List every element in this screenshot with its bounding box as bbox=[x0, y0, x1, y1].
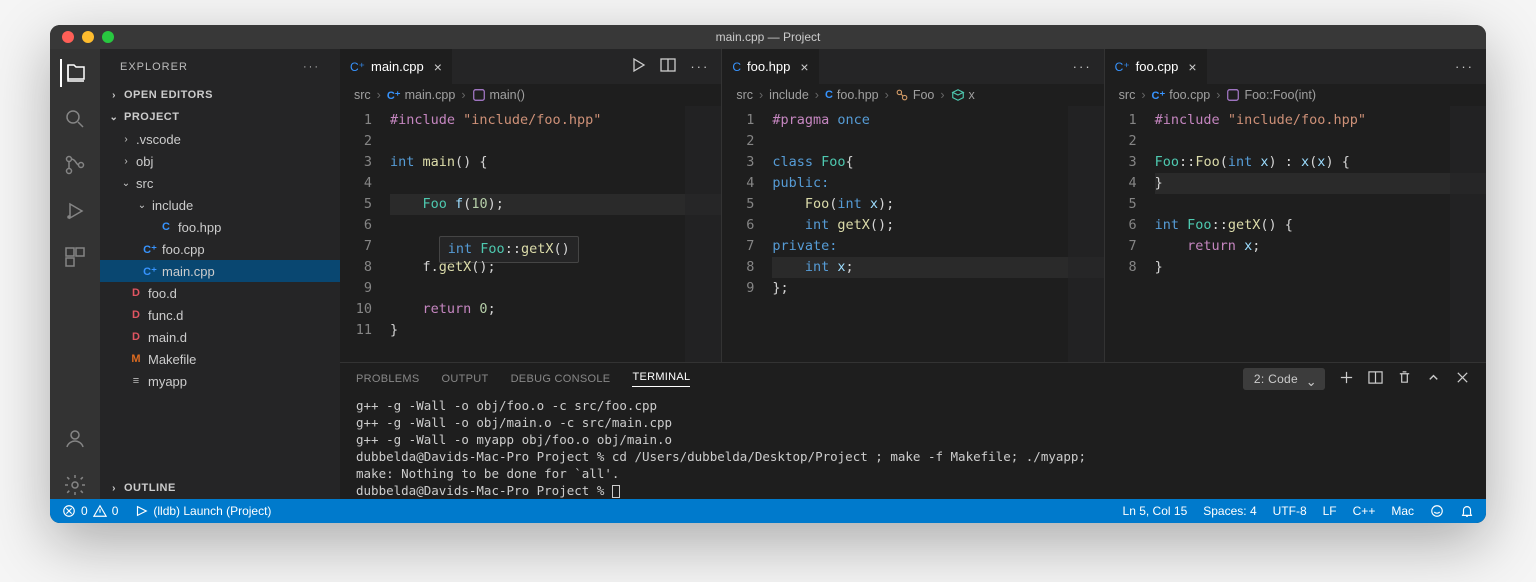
terminal[interactable]: g++ -g -Wall -o obj/foo.o -c src/foo.cpp… bbox=[340, 395, 1486, 499]
breadcrumbs[interactable]: src› C⁺main.cpp› main() bbox=[340, 84, 721, 106]
editor-group-2: C foo.hpp × ··· src› include› Cfoo.hpp› … bbox=[722, 49, 1104, 362]
tab-foo-cpp[interactable]: C⁺ foo.cpp × bbox=[1105, 49, 1207, 84]
status-errors[interactable]: 0 0 bbox=[62, 504, 118, 518]
close-tab-icon[interactable]: × bbox=[800, 59, 808, 75]
open-editors-section[interactable]: ›OPEN EDITORS bbox=[100, 84, 340, 106]
terminal-cursor bbox=[612, 485, 620, 498]
bottom-panel: PROBLEMS OUTPUT DEBUG CONSOLE TERMINAL 2… bbox=[340, 363, 1486, 499]
tab-label: foo.hpp bbox=[747, 59, 790, 74]
project-label: PROJECT bbox=[124, 111, 179, 123]
run-debug-icon[interactable] bbox=[61, 197, 89, 225]
close-window-button[interactable] bbox=[62, 31, 74, 43]
explorer-title: EXPLORER bbox=[120, 61, 188, 73]
accounts-icon[interactable] bbox=[61, 425, 89, 453]
tree-file-func-d[interactable]: Dfunc.d bbox=[100, 304, 340, 326]
status-encoding[interactable]: UTF-8 bbox=[1273, 504, 1307, 518]
tree-folder-include[interactable]: ⌄include bbox=[100, 194, 340, 216]
explorer-icon[interactable] bbox=[60, 59, 88, 87]
outline-label: OUTLINE bbox=[124, 482, 176, 494]
status-indentation[interactable]: Spaces: 4 bbox=[1203, 504, 1256, 518]
maximize-window-button[interactable] bbox=[102, 31, 114, 43]
close-tab-icon[interactable]: × bbox=[1188, 59, 1196, 75]
status-language[interactable]: C++ bbox=[1353, 504, 1376, 518]
extensions-icon[interactable] bbox=[61, 243, 89, 271]
tree-file-foo-d[interactable]: Dfoo.d bbox=[100, 282, 340, 304]
status-launch-config[interactable]: (lldb) Launch (Project) bbox=[134, 504, 271, 518]
status-os[interactable]: Mac bbox=[1391, 504, 1414, 518]
editor-group-3: C⁺ foo.cpp × ··· src› C⁺foo.cpp› Foo::Fo… bbox=[1105, 49, 1486, 362]
tab-label: main.cpp bbox=[371, 59, 424, 74]
class-icon bbox=[895, 88, 909, 102]
code-editor[interactable]: 123456789 #pragma once class Foo{ public… bbox=[722, 106, 1103, 362]
explorer-sidebar: EXPLORER ··· ›OPEN EDITORS ⌄PROJECT ›.vs… bbox=[100, 49, 340, 499]
tab-label: foo.cpp bbox=[1136, 59, 1179, 74]
tree-file-myapp[interactable]: ≡myapp bbox=[100, 370, 340, 392]
cpp-file-icon: C⁺ bbox=[350, 60, 365, 74]
method-icon bbox=[1226, 88, 1240, 102]
method-icon bbox=[472, 88, 486, 102]
panel-tab-problems[interactable]: PROBLEMS bbox=[356, 373, 420, 385]
minimize-window-button[interactable] bbox=[82, 31, 94, 43]
panel-tab-terminal[interactable]: TERMINAL bbox=[632, 371, 690, 387]
maximize-panel-icon[interactable] bbox=[1426, 370, 1441, 388]
activity-bar bbox=[50, 49, 100, 499]
feedback-icon[interactable] bbox=[1430, 504, 1444, 518]
titlebar[interactable]: main.cpp — Project bbox=[50, 25, 1486, 49]
close-panel-icon[interactable] bbox=[1455, 370, 1470, 388]
tree-file-makefile[interactable]: MMakefile bbox=[100, 348, 340, 370]
tab-main-cpp[interactable]: C⁺ main.cpp × bbox=[340, 49, 452, 84]
terminal-select[interactable]: 2: Code bbox=[1243, 372, 1325, 386]
new-terminal-icon[interactable] bbox=[1339, 370, 1354, 388]
line-gutter: 12345678 bbox=[1105, 106, 1155, 362]
cpp-file-icon: C⁺ bbox=[1115, 60, 1130, 74]
line-gutter: 123456789 bbox=[722, 106, 772, 362]
tree-file-main-d[interactable]: Dmain.d bbox=[100, 326, 340, 348]
outline-section[interactable]: ›OUTLINE bbox=[100, 477, 340, 499]
more-icon[interactable]: ··· bbox=[690, 59, 709, 74]
vscode-window: main.cpp — Project EXPLORER ··· ›OPEN ED… bbox=[50, 25, 1486, 523]
tree-folder-vscode[interactable]: ›.vscode bbox=[100, 128, 340, 150]
minimap[interactable] bbox=[685, 106, 721, 362]
cpp-file-icon: C bbox=[732, 60, 741, 74]
settings-gear-icon[interactable] bbox=[61, 471, 89, 499]
line-gutter: 1234567891011 bbox=[340, 106, 390, 362]
tree-folder-src[interactable]: ⌄src bbox=[100, 172, 340, 194]
tree-file-main-cpp[interactable]: C⁺main.cpp bbox=[100, 260, 340, 282]
tab-foo-hpp[interactable]: C foo.hpp × bbox=[722, 49, 818, 84]
status-bar: 0 0 (lldb) Launch (Project) Ln 5, Col 15… bbox=[50, 499, 1486, 523]
tree-folder-obj[interactable]: ›obj bbox=[100, 150, 340, 172]
notifications-icon[interactable] bbox=[1460, 504, 1474, 518]
tree-file-foo-hpp[interactable]: Cfoo.hpp bbox=[100, 216, 340, 238]
window-controls bbox=[62, 31, 114, 43]
panel-tab-output[interactable]: OUTPUT bbox=[442, 373, 489, 385]
project-section[interactable]: ⌄PROJECT bbox=[100, 106, 340, 128]
panel-tab-debug[interactable]: DEBUG CONSOLE bbox=[511, 373, 611, 385]
breadcrumbs[interactable]: src› C⁺foo.cpp› Foo::Foo(int) bbox=[1105, 84, 1486, 106]
more-icon[interactable]: ··· bbox=[1073, 59, 1092, 74]
trash-icon[interactable] bbox=[1397, 370, 1412, 388]
status-cursor-position[interactable]: Ln 5, Col 15 bbox=[1123, 504, 1188, 518]
open-editors-label: OPEN EDITORS bbox=[124, 89, 213, 101]
split-terminal-icon[interactable] bbox=[1368, 370, 1383, 388]
more-icon[interactable]: ··· bbox=[303, 61, 320, 73]
source-control-icon[interactable] bbox=[61, 151, 89, 179]
minimap[interactable] bbox=[1450, 106, 1486, 362]
code-editor[interactable]: 12345678 #include "include/foo.hpp" Foo:… bbox=[1105, 106, 1486, 362]
breadcrumbs[interactable]: src› include› Cfoo.hpp› Foo› x bbox=[722, 84, 1103, 106]
code-editor[interactable]: 1234567891011 #include "include/foo.hpp"… bbox=[340, 106, 721, 362]
window-title: main.cpp — Project bbox=[716, 30, 821, 44]
split-editor-icon[interactable] bbox=[660, 57, 676, 76]
minimap[interactable] bbox=[1068, 106, 1104, 362]
status-eol[interactable]: LF bbox=[1323, 504, 1337, 518]
close-tab-icon[interactable]: × bbox=[434, 59, 442, 75]
search-icon[interactable] bbox=[61, 105, 89, 133]
tree-file-foo-cpp[interactable]: C⁺foo.cpp bbox=[100, 238, 340, 260]
editor-group-1: C⁺ main.cpp × ··· src› C⁺main.cpp› bbox=[340, 49, 722, 362]
more-icon[interactable]: ··· bbox=[1455, 59, 1474, 74]
run-icon[interactable] bbox=[630, 57, 646, 76]
field-icon bbox=[951, 88, 965, 102]
